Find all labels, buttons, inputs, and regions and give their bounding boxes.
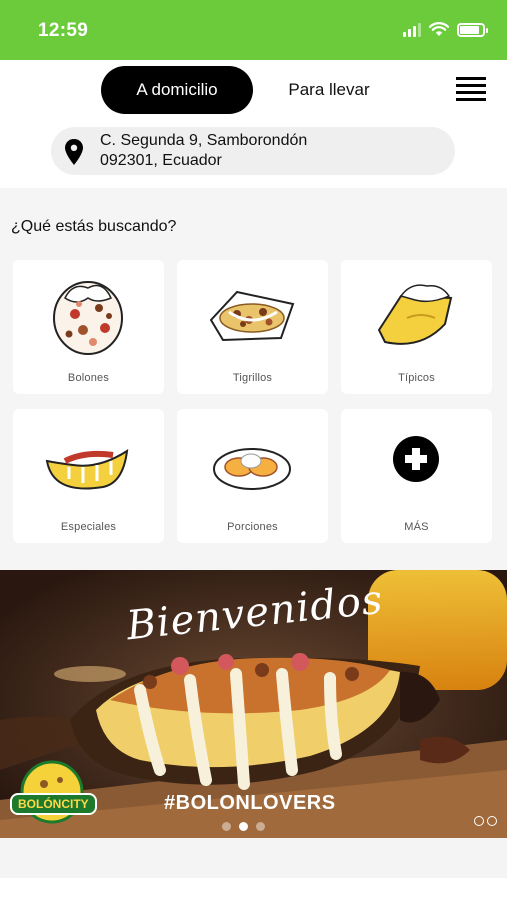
brand-logo-text: BOLÓNCITY xyxy=(10,793,97,815)
address-line-1: C. Segunda 9, Samborondón xyxy=(100,132,308,149)
category-card-bolones[interactable]: Bolones xyxy=(13,260,164,394)
carousel-dot[interactable] xyxy=(239,822,248,831)
category-label: Bolones xyxy=(67,372,110,384)
carousel-dots[interactable] xyxy=(222,822,265,831)
especiales-icon xyxy=(45,449,129,490)
footer-strip xyxy=(0,838,507,878)
carousel-indicator-icon xyxy=(474,816,497,826)
address-line-2: 092301, Ecuador xyxy=(100,152,222,169)
tab-a-domicilio[interactable]: A domicilio xyxy=(101,66,253,114)
tab-para-llevar[interactable]: Para llevar xyxy=(266,66,392,114)
status-icons xyxy=(403,22,488,37)
location-pin-icon xyxy=(65,139,83,165)
battery-icon xyxy=(457,22,488,37)
plus-circle-icon xyxy=(393,436,439,482)
category-card-porciones[interactable]: Porciones xyxy=(177,409,328,543)
carousel-dot[interactable] xyxy=(222,822,231,831)
category-label: Especiales xyxy=(60,521,117,533)
wifi-icon xyxy=(429,22,449,36)
tigrillo-icon xyxy=(209,290,295,342)
header: A domicilio Para llevar C. Segunda 9, Sa… xyxy=(0,60,507,188)
category-section: ¿Qué estás buscando? Bolones Tigrillos T… xyxy=(0,188,507,570)
hamburger-menu-icon[interactable] xyxy=(456,77,486,101)
cellular-signal-icon xyxy=(403,22,421,37)
tipicos-icon xyxy=(377,284,453,345)
category-card-tigrillos[interactable]: Tigrillos xyxy=(177,260,328,394)
status-time: 12:59 xyxy=(38,20,89,41)
carousel-dot[interactable] xyxy=(256,822,265,831)
address-selector[interactable]: C. Segunda 9, Samborondón 092301, Ecuado… xyxy=(51,127,455,175)
promo-banner[interactable]: Bienvenidos #BOLONLOVERS BOLÓNCITY xyxy=(0,570,507,838)
category-label: Típicos xyxy=(398,372,435,384)
banner-hashtag: #BOLONLOVERS xyxy=(164,792,336,814)
category-label: Tigrillos xyxy=(232,372,273,384)
category-card-tipicos[interactable]: Típicos xyxy=(341,260,492,394)
category-card-especiales[interactable]: Especiales xyxy=(13,409,164,543)
category-label: Porciones xyxy=(227,521,278,533)
category-label: MÁS xyxy=(404,521,429,533)
porciones-icon xyxy=(213,448,291,490)
status-bar: 12:59 xyxy=(0,0,507,60)
bolon-icon xyxy=(53,281,123,355)
section-title: ¿Qué estás buscando? xyxy=(11,218,177,235)
category-card-mas[interactable]: MÁS xyxy=(341,409,492,543)
